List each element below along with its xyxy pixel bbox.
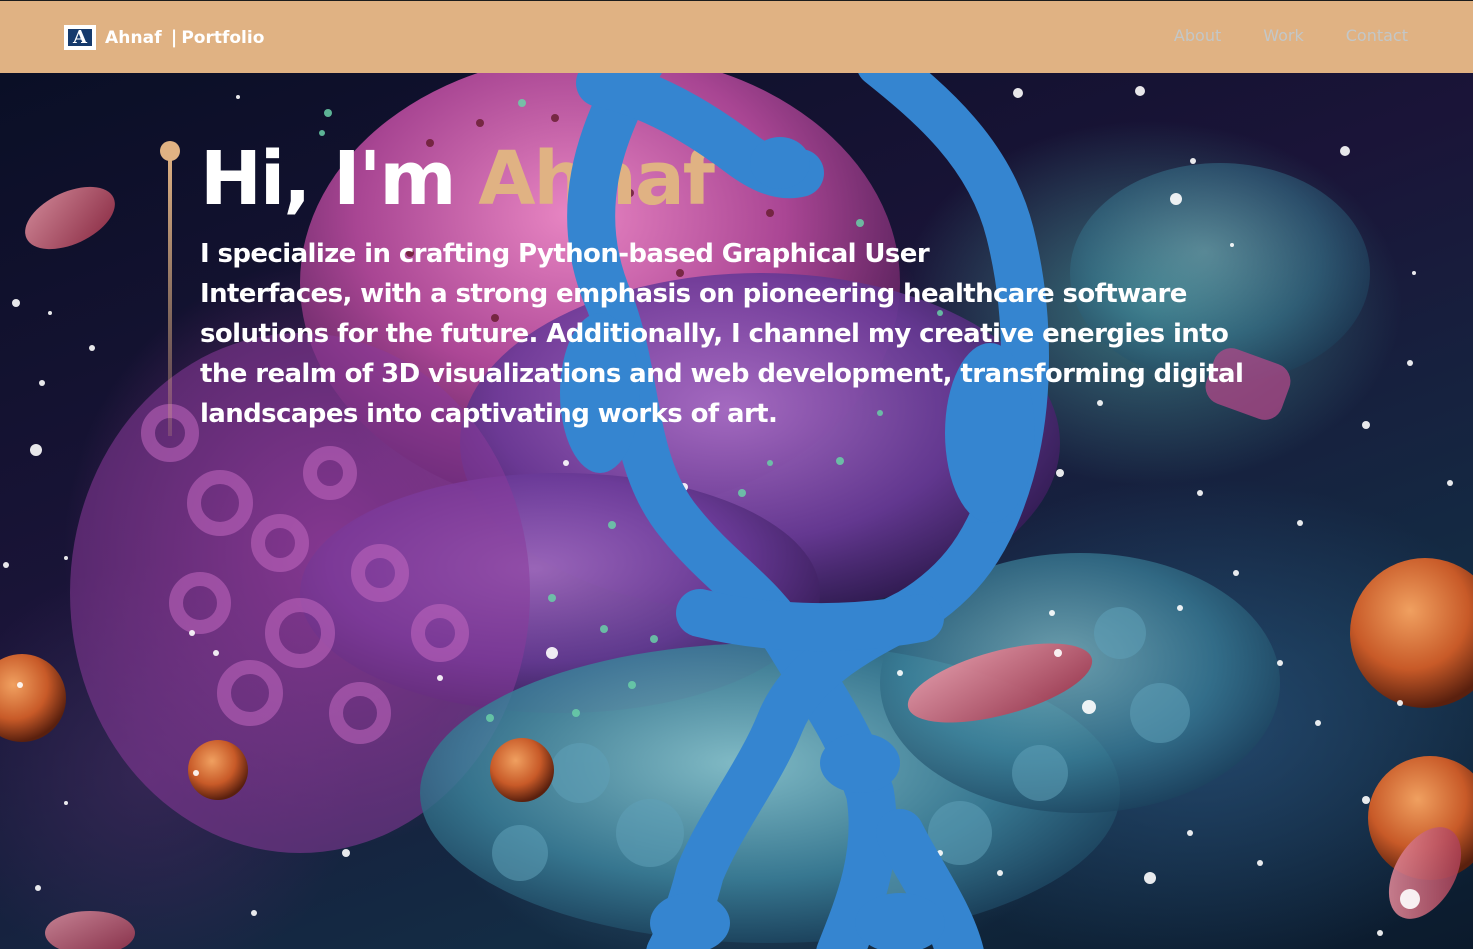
- hero-description-line: the realm of 3D visualizations and web d…: [200, 359, 1244, 389]
- timeline-line: [168, 151, 172, 436]
- nav-links: About Work Contact: [1132, 26, 1408, 45]
- brand-subtitle: Portfolio: [181, 27, 265, 48]
- hero-name: Ahnaf: [478, 136, 715, 222]
- brand-link[interactable]: A Ahnaf | Portfolio: [64, 25, 264, 50]
- brand-separator: |: [170, 27, 178, 48]
- navbar: A Ahnaf | Portfolio About Work Contact: [0, 0, 1473, 73]
- logo-letter: A: [68, 28, 92, 46]
- nav-link-contact[interactable]: Contact: [1346, 26, 1408, 45]
- hero-description-line: I specialize in crafting Python-based Gr…: [200, 239, 930, 269]
- hero-description-line: landscapes into captivating works of art…: [200, 399, 778, 429]
- nav-link-about[interactable]: About: [1174, 26, 1221, 45]
- hero-heading: Hi, I'm Ahnaf: [200, 134, 715, 224]
- hero-greeting: Hi, I'm: [200, 136, 456, 222]
- hero-description-line: solutions for the future. Additionally, …: [200, 319, 1229, 349]
- brand-name: Ahnaf: [105, 27, 162, 48]
- nav-link-work[interactable]: Work: [1263, 26, 1304, 45]
- hero-description: I specialize in crafting Python-based Gr…: [200, 234, 1320, 434]
- hero-description-line: Interfaces, with a strong emphasis on pi…: [200, 279, 1187, 309]
- logo-icon: A: [64, 25, 96, 50]
